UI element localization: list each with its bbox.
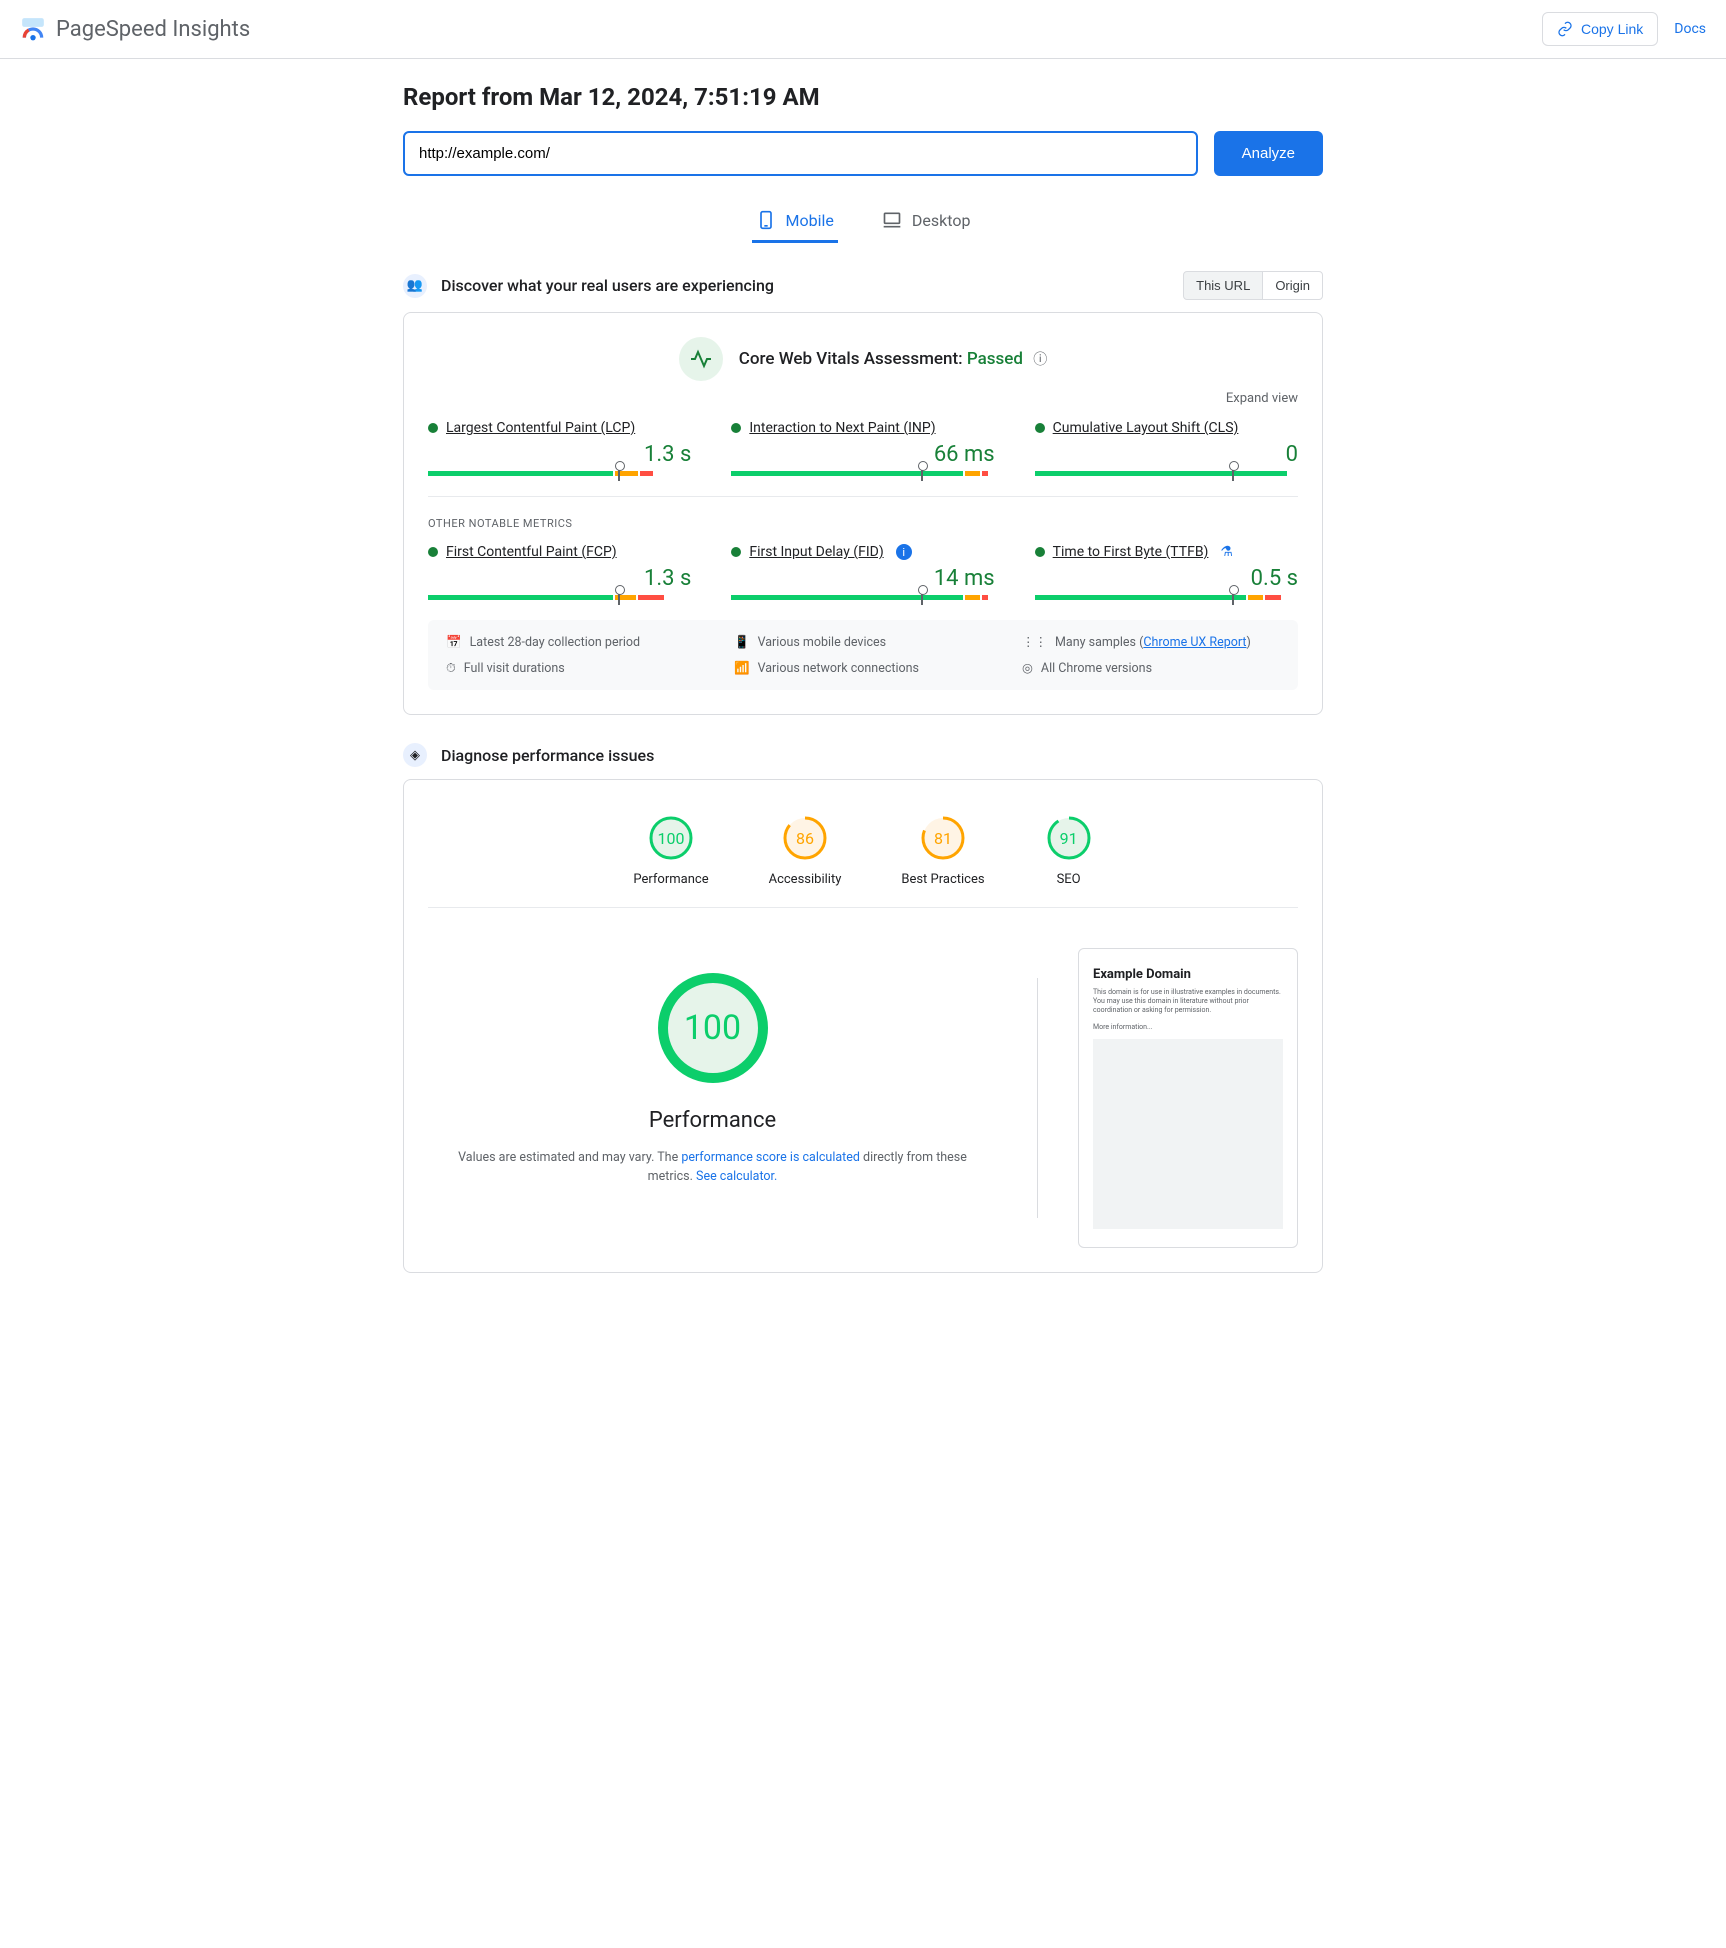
report-title: Report from Mar 12, 2024, 7:51:19 AM [403, 83, 1323, 111]
status-dot [1035, 423, 1045, 433]
perf-big-value: 100 [653, 968, 773, 1088]
status-dot [731, 547, 741, 557]
metric[interactable]: First Input Delay (FID) i 14 ms [731, 544, 994, 600]
discover-title: Discover what your real users are experi… [441, 276, 774, 295]
metric-value: 14 ms [731, 566, 994, 591]
perf-note: Values are estimated and may vary. The p… [448, 1149, 977, 1187]
calendar-icon: 📅 [446, 635, 462, 650]
tab-mobile-label: Mobile [786, 211, 834, 230]
metric[interactable]: Largest Contentful Paint (LCP) 1.3 s [428, 420, 691, 476]
pagespeed-logo-icon [20, 16, 46, 42]
status-dot [731, 423, 741, 433]
diagnose-title: Diagnose performance issues [441, 746, 654, 765]
tab-desktop[interactable]: Desktop [878, 200, 975, 243]
info-icon[interactable]: i [896, 544, 912, 560]
copy-link-button[interactable]: Copy Link [1542, 12, 1658, 46]
footer-durations: Full visit durations [464, 661, 565, 676]
metric[interactable]: Interaction to Next Paint (INP) 66 ms [731, 420, 994, 476]
diagnose-icon: ◈ [403, 743, 427, 767]
gauge-value: 100 [647, 814, 695, 862]
gauge-label: Accessibility [769, 872, 842, 887]
help-icon[interactable]: ⓘ [1033, 352, 1047, 368]
crux-link[interactable]: Chrome UX Report [1143, 635, 1246, 650]
toggle-this-url[interactable]: This URL [1183, 271, 1263, 300]
performance-gauge-large: 100 [653, 968, 773, 1088]
footer-versions: All Chrome versions [1041, 661, 1152, 676]
metric-name: Cumulative Layout Shift (CLS) [1053, 420, 1239, 436]
footer-samples: Many samples (Chrome UX Report) [1055, 635, 1251, 650]
metric-value: 0.5 s [1035, 566, 1298, 591]
toggle-origin[interactable]: Origin [1262, 271, 1323, 300]
logo-text: PageSpeed Insights [56, 17, 250, 42]
gauge-value: 91 [1045, 814, 1093, 862]
calculator-link[interactable]: See calculator. [696, 1169, 777, 1184]
assessment-status: Passed [967, 349, 1023, 369]
score-calc-link[interactable]: performance score is calculated [681, 1150, 860, 1165]
preview-text: This domain is for use in illustrative e… [1093, 988, 1283, 1015]
gauge-value: 81 [919, 814, 967, 862]
pulse-icon [679, 337, 723, 381]
score-best-practices[interactable]: 81 Best Practices [901, 814, 984, 887]
status-dot [1035, 547, 1045, 557]
expand-view-button[interactable]: Expand view [428, 391, 1298, 406]
metric[interactable]: Cumulative Layout Shift (CLS) 0 [1035, 420, 1298, 476]
metric-name: First Input Delay (FID) [749, 544, 883, 560]
tab-desktop-label: Desktop [912, 211, 971, 230]
metric[interactable]: First Contentful Paint (FCP) 1.3 s [428, 544, 691, 600]
assessment-label: Core Web Vitals Assessment: [739, 349, 963, 369]
docs-link[interactable]: Docs [1674, 21, 1706, 37]
chrome-icon: ◎ [1022, 660, 1033, 676]
tab-mobile[interactable]: Mobile [752, 200, 838, 243]
diagnose-card: 100 Performance 86 Accessibility 81 Best… [403, 779, 1323, 1273]
devices-icon: 📱 [734, 635, 750, 650]
metric-value: 0 [1035, 442, 1298, 467]
metric-name: First Contentful Paint (FCP) [446, 544, 617, 560]
discover-icon: 👥 [403, 274, 427, 298]
gauge-label: Best Practices [901, 872, 984, 887]
metric-name: Largest Contentful Paint (LCP) [446, 420, 635, 436]
gauge-value: 86 [781, 814, 829, 862]
perf-big-title: Performance [448, 1108, 977, 1133]
url-input[interactable] [403, 131, 1198, 176]
other-metrics-label: OTHER NOTABLE METRICS [428, 517, 1298, 530]
preview-title: Example Domain [1093, 967, 1283, 982]
preview-more: More information... [1093, 1023, 1283, 1031]
gauge-label: Performance [633, 872, 708, 887]
copy-link-label: Copy Link [1581, 21, 1643, 37]
desktop-icon [882, 210, 902, 230]
mobile-icon [756, 210, 776, 230]
metric-name: Time to First Byte (TTFB) [1053, 544, 1209, 560]
footer-devices: Various mobile devices [758, 635, 887, 650]
link-icon [1557, 21, 1573, 37]
status-dot [428, 547, 438, 557]
logo-section[interactable]: PageSpeed Insights [20, 16, 250, 42]
flask-icon[interactable]: ⚗ [1220, 544, 1233, 560]
metric-name: Interaction to Next Paint (INP) [749, 420, 935, 436]
footer-network: Various network connections [758, 661, 919, 676]
analyze-button[interactable]: Analyze [1214, 131, 1323, 176]
metric-value: 66 ms [731, 442, 994, 467]
clock-icon: ⏱ [446, 661, 456, 676]
samples-icon: ⋮⋮ [1022, 634, 1047, 650]
page-preview: Example Domain This domain is for use in… [1078, 948, 1298, 1248]
network-icon: 📶 [734, 661, 750, 676]
status-dot [428, 423, 438, 433]
metric[interactable]: Time to First Byte (TTFB) ⚗ 0.5 s [1035, 544, 1298, 600]
metric-value: 1.3 s [428, 566, 691, 591]
score-accessibility[interactable]: 86 Accessibility [769, 814, 842, 887]
gauge-label: SEO [1045, 872, 1093, 887]
score-seo[interactable]: 91 SEO [1045, 814, 1093, 887]
metric-value: 1.3 s [428, 442, 691, 467]
score-performance[interactable]: 100 Performance [633, 814, 708, 887]
vitals-card: Core Web Vitals Assessment: Passed ⓘ Exp… [403, 312, 1323, 715]
footer-collection: Latest 28-day collection period [470, 635, 640, 650]
